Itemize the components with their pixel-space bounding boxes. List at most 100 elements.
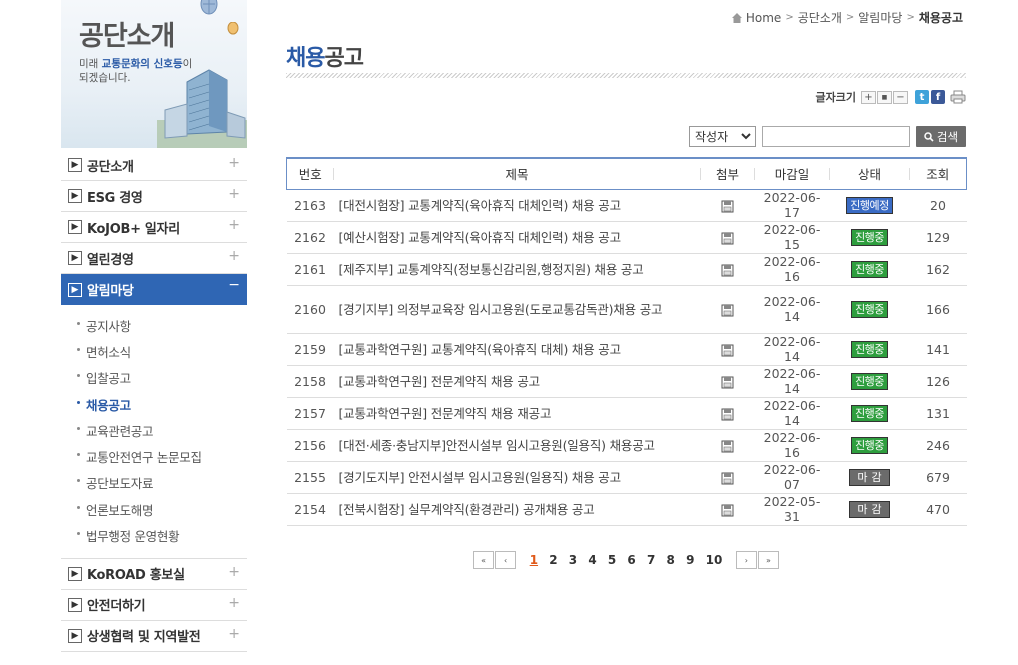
submenu-label: 공단보도자료: [86, 476, 154, 492]
submenu-item-press-response[interactable]: 언론보도해명: [77, 496, 247, 522]
font-reset-button[interactable]: ■: [877, 90, 892, 104]
sidebar-item-pr-room[interactable]: ▶ KoROAD 홍보실 +: [61, 559, 247, 590]
row-attachment[interactable]: [700, 429, 755, 462]
row-status: 진행중: [829, 333, 910, 366]
submenu-item-papers[interactable]: 교통안전연구 논문모집: [77, 443, 247, 469]
row-subject-link[interactable]: [예산시험장] 교통계약직(육아휴직 대체인력) 채용 공고: [333, 221, 701, 254]
row-views: 141: [909, 333, 967, 366]
row-number: 2159: [286, 333, 334, 366]
page-number-link[interactable]: 5: [608, 553, 616, 567]
twitter-icon[interactable]: t: [915, 90, 929, 104]
page-number-link[interactable]: 10: [706, 553, 723, 567]
font-decrease-button[interactable]: −: [893, 90, 908, 104]
sidebar-menu-lower: ▶ KoROAD 홍보실 + ▶ 안전더하기 + ▶ 상생협력 및 지역발전 +: [61, 559, 247, 652]
row-subject-link[interactable]: [대전·세종·충남지부]안전시설부 임시고용원(일용직) 채용공고: [333, 429, 701, 462]
page-number-link[interactable]: 2: [549, 553, 557, 567]
table-row[interactable]: 2162 [예산시험장] 교통계약직(육아휴직 대체인력) 채용 공고 2022-0…: [286, 221, 967, 254]
column-header-subject[interactable]: 제목: [333, 157, 701, 190]
table-row[interactable]: 2157 [교통과학연구원] 전문계약직 채용 재공고 2022-06-14 진행중 1…: [286, 397, 967, 430]
row-attachment[interactable]: [700, 221, 755, 254]
search-bar: 작성자 검색: [689, 126, 966, 147]
breadcrumb-item[interactable]: 공단소개: [798, 9, 842, 26]
page-number-link[interactable]: 6: [627, 553, 635, 567]
row-status: 진행예정: [829, 189, 910, 222]
breadcrumb-home[interactable]: Home: [746, 11, 781, 25]
column-header-status[interactable]: 상태: [829, 157, 910, 190]
page-title: 채용공고: [286, 40, 364, 72]
submenu-item-legal-admin[interactable]: 법무행정 운영현황: [77, 522, 247, 548]
submenu-item-press[interactable]: 공단보도자료: [77, 470, 247, 496]
next-page-button[interactable]: ›: [735, 551, 757, 569]
row-subject-link[interactable]: [전북시험장] 실무계약직(환경관리) 공개채용 공고: [333, 493, 701, 526]
table-row[interactable]: 2158 [교통과학연구원] 전문계약직 채용 공고 2022-06-14 진행중 12…: [286, 365, 967, 398]
print-icon[interactable]: [950, 90, 966, 104]
row-subject-link[interactable]: [대전시험장] 교통계약직(육아휴직 대체인력) 채용 공고: [333, 189, 701, 222]
row-number: 2162: [286, 221, 334, 254]
table-row[interactable]: 2160 [경기지부] 의정부교육장 임시고용원(도로교통감독관)채용 공고 202…: [286, 285, 967, 334]
table-row[interactable]: 2163 [대전시험장] 교통계약직(육아휴직 대체인력) 채용 공고 2022-0…: [286, 189, 967, 222]
bullet-icon: [77, 374, 80, 378]
status-badge: 진행중: [851, 372, 888, 390]
table-row[interactable]: 2156 [대전·세종·충남지부]안전시설부 임시고용원(일용직) 채용공고 202…: [286, 429, 967, 462]
row-deadline: 2022-06-14: [754, 333, 830, 366]
chevron-right-icon: ▶: [68, 189, 82, 203]
attachment-icon: [721, 408, 734, 420]
table-row[interactable]: 2155 [경기도지부] 안전시설부 임시고용원(일용직) 채용 공고 2022-0…: [286, 461, 967, 494]
breadcrumb-item[interactable]: 알림마당: [858, 9, 902, 26]
row-subject-link[interactable]: [제주지부] 교통계약직(정보통신감리원,행정지원) 채용 공고: [333, 253, 701, 286]
row-attachment[interactable]: [700, 397, 755, 430]
table-row[interactable]: 2154 [전북시험장] 실무계약직(환경관리) 공개채용 공고 2022-05-3…: [286, 493, 967, 526]
row-attachment[interactable]: [700, 285, 755, 334]
page-number-link[interactable]: 3: [569, 553, 577, 567]
row-attachment[interactable]: [700, 333, 755, 366]
row-subject-link[interactable]: [교통과학연구원] 전문계약직 채용 공고: [333, 365, 701, 398]
bullet-icon: [77, 505, 80, 509]
column-header-deadline[interactable]: 마감일: [754, 157, 830, 190]
font-increase-button[interactable]: +: [861, 90, 876, 104]
sidebar-item-safety-plus[interactable]: ▶ 안전더하기 +: [61, 590, 247, 621]
page-number-link[interactable]: 1: [530, 553, 538, 567]
row-number: 2161: [286, 253, 334, 286]
first-page-button[interactable]: «: [473, 551, 495, 569]
page-number-link[interactable]: 4: [588, 553, 596, 567]
submenu-item-education[interactable]: 교육관련공고: [77, 417, 247, 443]
sidebar-item-about[interactable]: ▶ 공단소개 +: [61, 150, 247, 181]
sidebar-item-cooperation[interactable]: ▶ 상생협력 및 지역발전 +: [61, 621, 247, 652]
table-row[interactable]: 2159 [교통과학연구원] 교통계약직(육아휴직 대체) 채용 공고 2022-0…: [286, 333, 967, 366]
column-header-attachment[interactable]: 첨부: [700, 157, 755, 190]
row-subject-link[interactable]: [교통과학연구원] 전문계약직 채용 재공고: [333, 397, 701, 430]
column-header-views[interactable]: 조회: [909, 157, 967, 190]
search-field-select[interactable]: 작성자: [689, 126, 756, 147]
sidebar-item-notice-board[interactable]: ▶ 알림마당 −: [61, 274, 247, 305]
submenu-item-bids[interactable]: 입찰공고: [77, 365, 247, 391]
row-attachment[interactable]: [700, 253, 755, 286]
sidebar-item-open-management[interactable]: ▶ 열린경영 +: [61, 243, 247, 274]
submenu-item-license-news[interactable]: 면허소식: [77, 338, 247, 364]
row-subject-link[interactable]: [경기도지부] 안전시설부 임시고용원(일용직) 채용 공고: [333, 461, 701, 494]
last-page-button[interactable]: »: [757, 551, 779, 569]
table-row[interactable]: 2161 [제주지부] 교통계약직(정보통신감리원,행정지원) 채용 공고 2022…: [286, 253, 967, 286]
search-button[interactable]: 검색: [916, 126, 966, 147]
row-status: 마감: [829, 461, 910, 494]
row-views: 126: [909, 365, 967, 398]
prev-page-button[interactable]: ‹: [495, 551, 517, 569]
facebook-icon[interactable]: f: [931, 90, 945, 104]
column-header-number[interactable]: 번호: [286, 157, 334, 190]
submenu-label: 교육관련공고: [86, 423, 154, 439]
page-number-link[interactable]: 9: [686, 553, 694, 567]
sidebar-item-kojob[interactable]: ▶ KoJOB+ 일자리 +: [61, 212, 247, 243]
row-attachment[interactable]: [700, 461, 755, 494]
search-input[interactable]: [762, 126, 910, 147]
home-icon: [731, 12, 742, 23]
row-attachment[interactable]: [700, 493, 755, 526]
row-attachment[interactable]: [700, 365, 755, 398]
submenu-item-notices[interactable]: 공지사항: [77, 312, 247, 338]
sidebar-item-esg[interactable]: ▶ ESG 경영 +: [61, 181, 247, 212]
status-badge: 진행예정: [846, 196, 893, 214]
page-number-link[interactable]: 7: [647, 553, 655, 567]
row-subject-link[interactable]: [교통과학연구원] 교통계약직(육아휴직 대체) 채용 공고: [333, 333, 701, 366]
row-subject-link[interactable]: [경기지부] 의정부교육장 임시고용원(도로교통감독관)채용 공고: [333, 285, 701, 334]
row-attachment[interactable]: [700, 189, 755, 222]
page-number-link[interactable]: 8: [667, 553, 675, 567]
submenu-item-recruitment[interactable]: 채용공고: [77, 391, 247, 417]
